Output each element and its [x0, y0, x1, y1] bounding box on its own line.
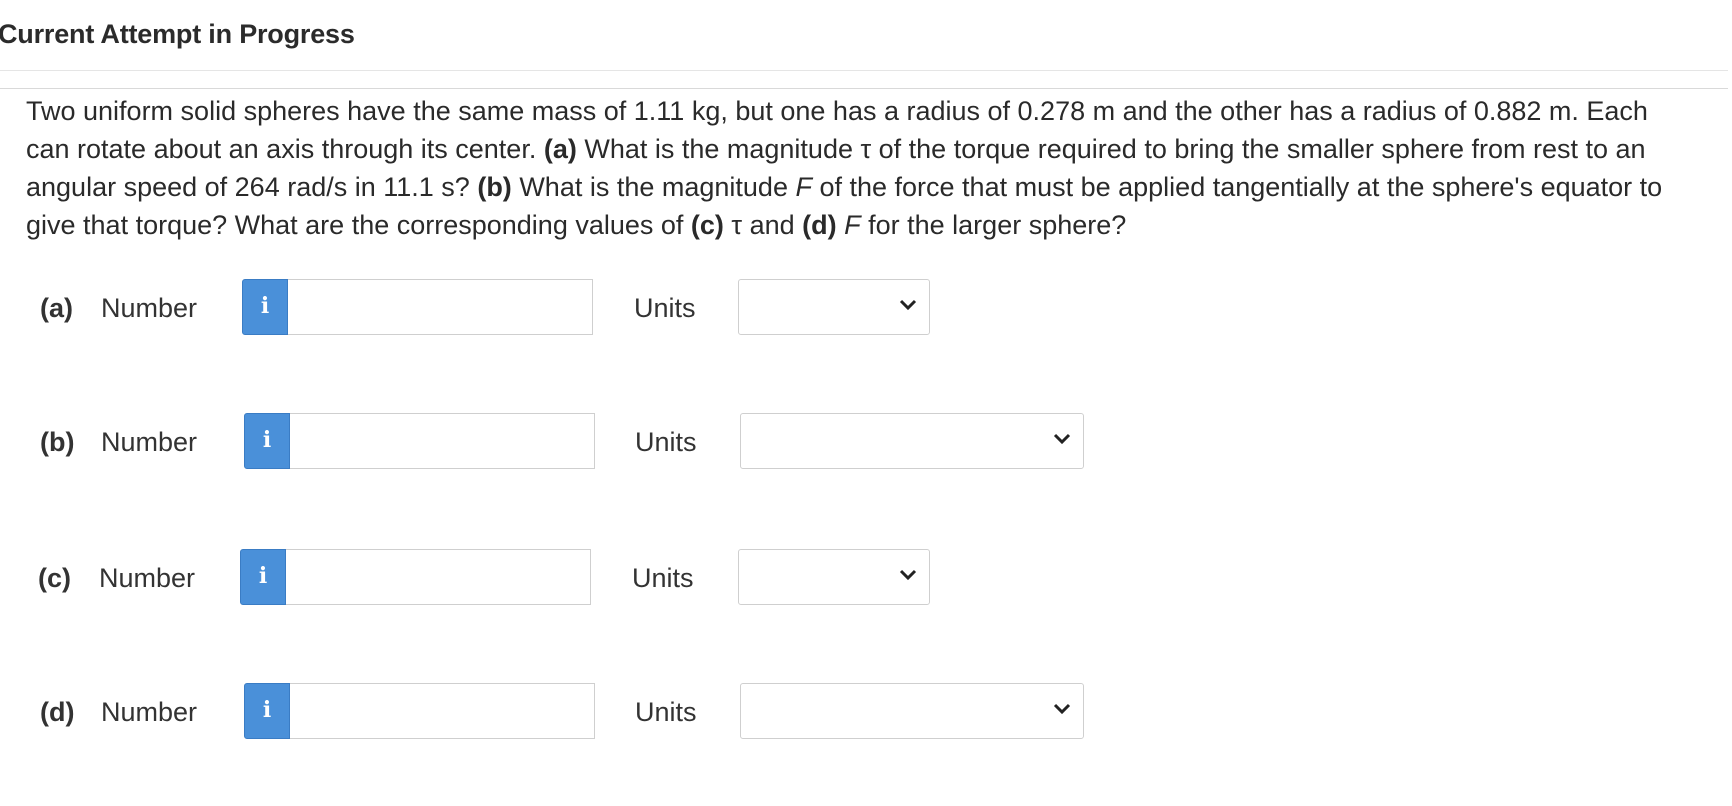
units-label: Units [634, 293, 696, 323]
info-icon: i [258, 563, 268, 589]
part-a-tag: (a) [543, 134, 577, 164]
info-button[interactable]: i [242, 279, 288, 335]
number-input[interactable] [288, 279, 593, 335]
units-label: Units [635, 697, 697, 727]
info-button[interactable]: i [244, 683, 290, 739]
units-select[interactable] [738, 549, 930, 605]
number-input[interactable] [290, 413, 595, 469]
number-label: Number [101, 697, 198, 727]
info-button[interactable]: i [240, 549, 286, 605]
question-text: Two uniform solid spheres have the same … [26, 92, 1686, 244]
answer-row-d: (d) Number i Units [0, 683, 1100, 741]
question-text-segment: What is the magnitude [511, 172, 796, 202]
units-select[interactable] [740, 413, 1084, 469]
header: Current Attempt in Progress [0, 0, 1728, 71]
chevron-down-icon [899, 299, 917, 311]
info-icon: i [262, 427, 272, 453]
chevron-down-icon [1053, 433, 1071, 445]
page-title: Current Attempt in Progress [0, 19, 355, 49]
number-label: Number [99, 563, 196, 593]
part-label: (a) [40, 293, 73, 323]
part-c-tag: (c) [690, 210, 724, 240]
units-select[interactable] [738, 279, 930, 335]
units-label: Units [635, 427, 697, 457]
force-symbol: F [844, 210, 861, 240]
chevron-down-icon [1053, 703, 1071, 715]
info-icon: i [262, 697, 272, 723]
info-icon: i [260, 293, 270, 319]
answer-row-a: (a) Number i Units [0, 279, 1000, 337]
number-input[interactable] [286, 549, 591, 605]
part-label: (c) [38, 563, 71, 593]
units-label: Units [632, 563, 694, 593]
question-text-segment: for the larger sphere? [860, 210, 1127, 240]
number-label: Number [101, 427, 198, 457]
units-select[interactable] [740, 683, 1084, 739]
part-label: (d) [40, 697, 75, 727]
number-input[interactable] [290, 683, 595, 739]
part-label: (b) [40, 427, 75, 457]
chevron-down-icon [899, 569, 917, 581]
info-button[interactable]: i [244, 413, 290, 469]
page: Current Attempt in Progress Two uniform … [0, 0, 1732, 806]
question-text-segment: τ and [723, 210, 803, 240]
answer-row-c: (c) Number i Units [0, 549, 1000, 607]
number-label: Number [101, 293, 198, 323]
part-b-tag: (b) [477, 172, 512, 202]
force-symbol: F [795, 172, 812, 202]
answer-row-b: (b) Number i Units [0, 413, 1100, 471]
question-text-segment [837, 210, 845, 240]
part-d-tag: (d) [802, 210, 837, 240]
